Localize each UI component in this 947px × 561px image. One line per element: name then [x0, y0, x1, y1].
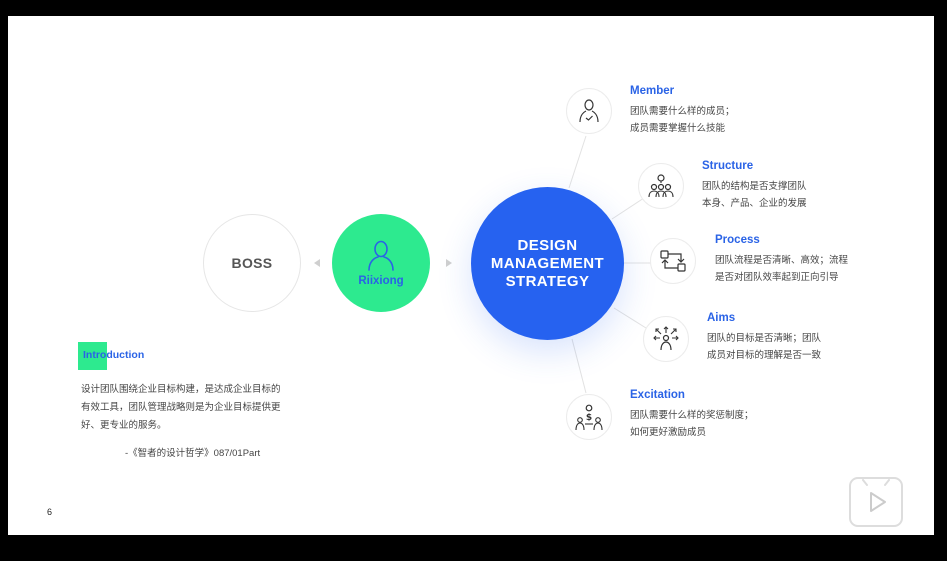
member-desc-line1: 团队需要什么样的成员；	[630, 106, 735, 117]
core-title-line: STRATEGY	[505, 272, 590, 290]
money-team-icon: $	[575, 404, 603, 431]
excitation-desc-line1: 团队需要什么样的奖惩制度；	[630, 410, 754, 421]
svg-text:$: $	[586, 413, 592, 423]
intro-title: Introduction	[83, 349, 145, 361]
core-title-line: MANAGEMENT	[490, 254, 605, 272]
boss-label: BOSS	[231, 255, 273, 271]
process-desc-line2: 是否对团队效率起到正向引导	[715, 272, 839, 283]
process-desc-line1: 团队流程是否清晰、高效；流程	[715, 255, 849, 266]
person-check-icon	[579, 99, 599, 123]
aims-desc-line2: 成员对目标的理解是否一致	[707, 350, 822, 361]
arrow-right-icon	[446, 259, 452, 267]
aims-node	[643, 316, 689, 362]
process-node	[650, 238, 696, 284]
arrow-left-icon	[314, 259, 320, 267]
structure-desc-line1: 团队的结构是否支撑团队	[702, 181, 807, 192]
boss-circle: BOSS	[203, 214, 301, 312]
team-structure-icon	[648, 174, 674, 198]
process-cycle-icon	[660, 250, 686, 272]
process-title: Process	[715, 234, 760, 246]
core-title: DESIGN MANAGEMENT STRATEGY	[491, 237, 604, 291]
user-label: Riixiong	[358, 275, 404, 287]
structure-desc-line2: 本身、产品、企业的发展	[702, 198, 807, 209]
structure-node	[638, 163, 684, 209]
user-icon	[368, 240, 394, 271]
play-button[interactable]	[849, 477, 903, 527]
member-desc-line2: 成员需要掌握什么技能	[630, 123, 726, 134]
member-title: Member	[630, 85, 675, 97]
core-strategy-circle: DESIGN MANAGEMENT STRATEGY	[471, 187, 624, 340]
slide: BOSS Riixiong DESIGN MANAGEMENT STRATEGY…	[8, 16, 934, 535]
aims-desc-line1: 团队的目标是否清晰；团队	[707, 333, 822, 344]
intro-quote: -《智者的设计哲学》087/01Part	[125, 448, 261, 459]
member-node	[566, 88, 612, 134]
intro-body: 设计团队围绕企业目标构建，是达成企业目标的有效工具，团队管理战略则是为企业目标提…	[81, 384, 281, 431]
play-icon	[862, 479, 890, 512]
core-title-line: DESIGN	[517, 236, 578, 254]
aims-arrows-icon	[653, 326, 679, 351]
aims-title: Aims	[707, 312, 736, 324]
user-circle: Riixiong	[332, 214, 430, 312]
structure-title: Structure	[702, 160, 754, 172]
page-number: 6	[47, 507, 53, 517]
excitation-title: Excitation	[630, 389, 685, 401]
excitation-desc-line2: 如何更好激励成员	[630, 427, 707, 438]
excitation-node: $	[566, 394, 612, 440]
